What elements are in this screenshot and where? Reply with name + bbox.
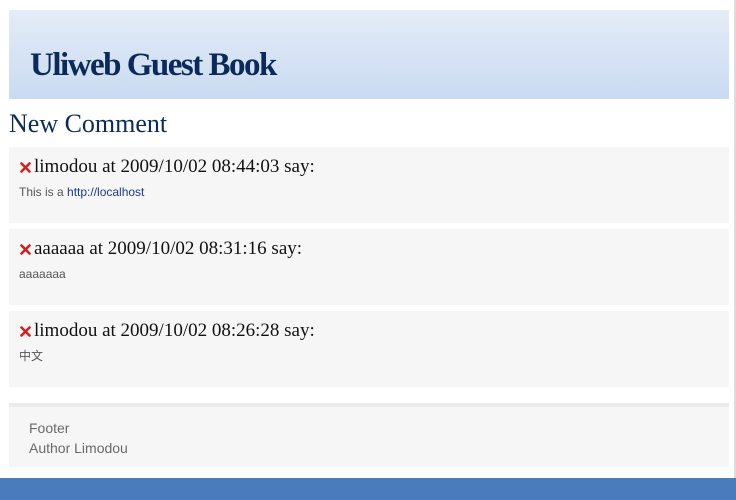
comment-item: limodou at 2009/10/02 08:44:03 say: This… <box>9 147 729 223</box>
comment-body-link[interactable]: http://localhost <box>67 185 144 199</box>
comment-body: 中文 <box>19 349 44 363</box>
comment-title-row: aaaaaa at 2009/10/02 08:31:16 say: <box>19 238 302 260</box>
delete-icon[interactable] <box>19 161 31 173</box>
comment-item: limodou at 2009/10/02 08:26:28 say: 中文 <box>9 311 729 387</box>
delete-icon[interactable] <box>19 243 31 255</box>
site-header: Uliweb Guest Book <box>9 10 729 99</box>
page-footer: Footer Author Limodou <box>9 407 729 467</box>
footer-label: Footer <box>29 420 70 436</box>
comment-body: This is a http://localhost <box>19 185 144 199</box>
comment-title-row: limodou at 2009/10/02 08:44:03 say: <box>19 156 315 178</box>
comment-title: limodou at 2009/10/02 08:44:03 say: <box>34 156 315 177</box>
comment-body: aaaaaaa <box>19 267 66 281</box>
new-comment-link[interactable]: New Comment <box>9 108 167 140</box>
bottom-bar <box>0 478 736 500</box>
comment-item: aaaaaa at 2009/10/02 08:31:16 say: aaaaa… <box>9 229 729 305</box>
site-title: Uliweb Guest Book <box>30 47 277 83</box>
comment-title: limodou at 2009/10/02 08:26:28 say: <box>34 320 315 341</box>
delete-icon[interactable] <box>19 325 31 337</box>
comment-title-row: limodou at 2009/10/02 08:26:28 say: <box>19 320 315 342</box>
comment-body-text: This is a <box>19 185 68 199</box>
comment-title: aaaaaa at 2009/10/02 08:31:16 say: <box>34 238 303 259</box>
footer-author: Author Limodou <box>29 440 128 456</box>
